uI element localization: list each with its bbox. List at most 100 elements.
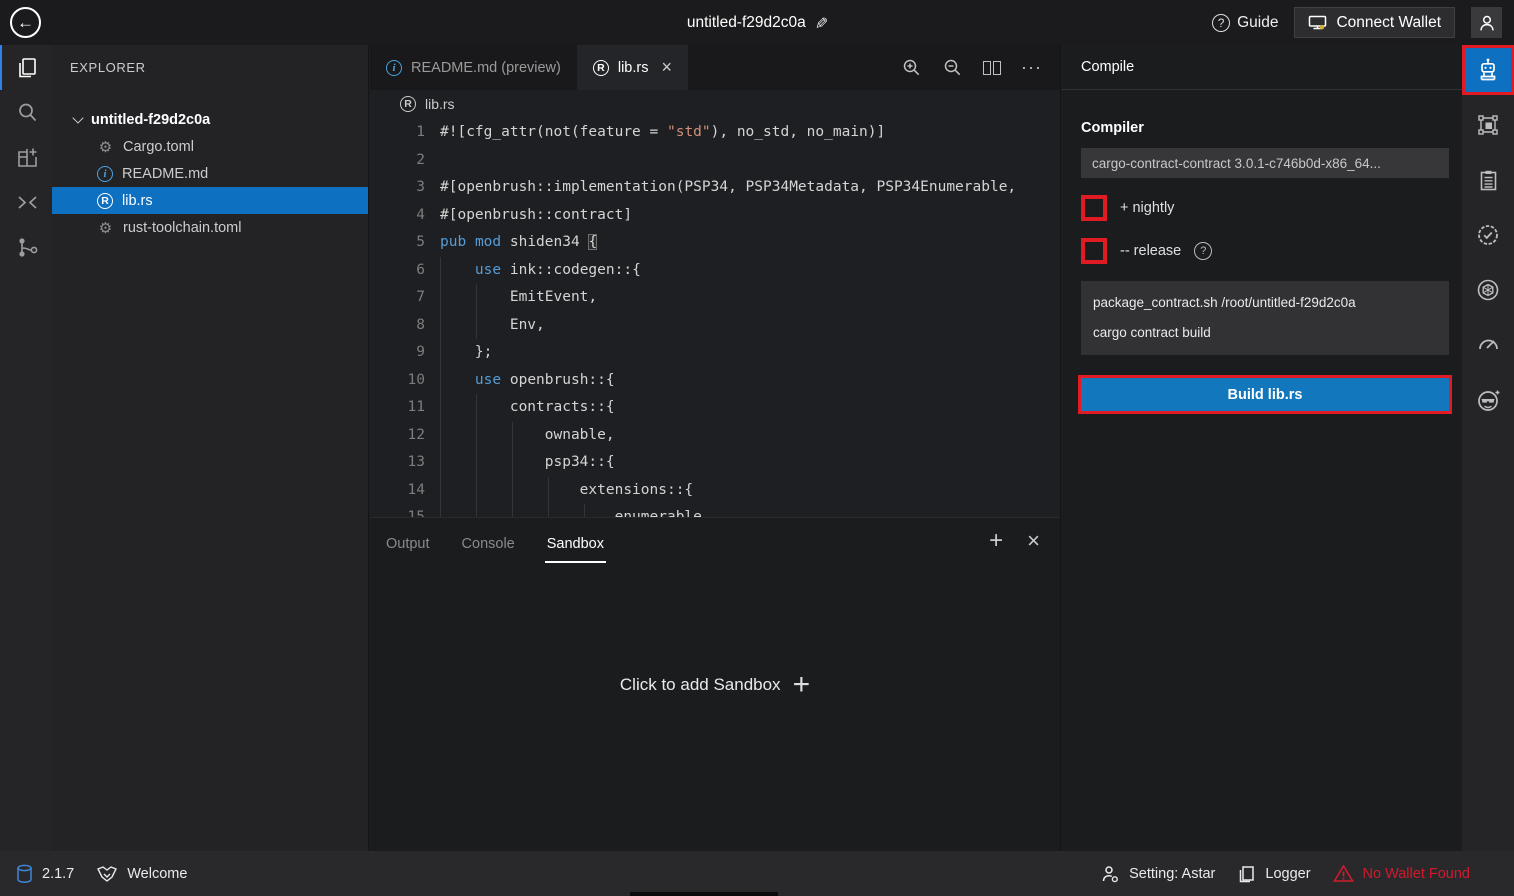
file-row-cargo-toml[interactable]: ⚙ Cargo.toml [52, 133, 368, 160]
tab-sandbox[interactable]: Sandbox [545, 525, 606, 563]
line-number: 2 [370, 147, 425, 175]
question-icon: ? [1212, 14, 1230, 32]
activity-search-button[interactable] [0, 90, 52, 135]
tab-lib-rs[interactable]: R lib.rs × [577, 45, 688, 90]
code-line: 5 pub mod shiden34 { [370, 229, 1060, 257]
version-label: 2.1.7 [42, 866, 74, 882]
chevron-down-icon [72, 112, 83, 123]
add-sandbox-button[interactable]: Click to add Sandbox + [370, 668, 1060, 702]
line-number: 1 [370, 119, 425, 147]
tab-label: README.md (preview) [411, 60, 561, 76]
rail-verify-button[interactable] [1462, 210, 1514, 260]
line-number: 12 [370, 422, 425, 450]
build-button[interactable]: Build lib.rs [1081, 378, 1449, 411]
release-checkbox[interactable] [1081, 238, 1107, 264]
connect-wallet-label: Connect Wallet [1336, 14, 1441, 32]
code-line: 10 use openbrush::{ [370, 367, 1060, 395]
nightly-option-row: + nightly [1081, 195, 1448, 221]
build-command-box: package_contract.sh /root/untitled-f29d2… [1081, 281, 1449, 355]
right-activity-bar [1462, 45, 1514, 851]
search-icon [15, 100, 40, 125]
line-number: 8 [370, 312, 425, 340]
code-editor[interactable]: 1 #![cfg_attr(not(feature = "std"), no_s… [370, 117, 1060, 517]
zoom-in-icon[interactable] [901, 57, 922, 78]
person-icon [1476, 12, 1498, 34]
activity-explorer-button[interactable] [0, 45, 52, 90]
code-line: 2 [370, 147, 1060, 175]
code-line: 14 extensions::{ [370, 477, 1060, 505]
gauge-icon [1475, 332, 1501, 358]
compiler-label: Compiler [1081, 120, 1448, 136]
editor-tabbar: i README.md (preview) R lib.rs × ··· [370, 45, 1060, 90]
file-row-rust-toolchain-toml[interactable]: ⚙ rust-toolchain.toml [52, 214, 368, 241]
rail-ai-button[interactable] [1462, 265, 1514, 315]
close-panel-icon[interactable]: × [1027, 528, 1040, 554]
person-gear-icon [1100, 864, 1120, 884]
line-number: 7 [370, 284, 425, 312]
rail-clipboard-button[interactable] [1462, 155, 1514, 205]
rename-icon[interactable]: ✎ [810, 16, 830, 29]
gear-icon: ⚙ [97, 219, 114, 237]
tree-root-folder[interactable]: untitled-f29d2c0a [52, 106, 368, 133]
compiler-select[interactable]: cargo-contract-contract 3.0.1-c746b0d-x8… [1081, 148, 1449, 178]
grid-plus-icon [15, 145, 40, 170]
info-icon: i [97, 166, 113, 182]
add-sandbox-label: Click to add Sandbox [620, 675, 781, 695]
breadcrumb-file: lib.rs [425, 96, 455, 112]
file-row-readme-md[interactable]: i README.md [52, 160, 368, 187]
line-number: 10 [370, 367, 425, 395]
code-line: 6 use ink::codegen::{ [370, 257, 1060, 285]
release-help-icon[interactable]: ? [1194, 242, 1212, 260]
split-editor-icon[interactable] [983, 61, 1001, 75]
plus-icon: + [793, 668, 811, 702]
file-tree: untitled-f29d2c0a ⚙ Cargo.toml i README.… [52, 90, 368, 241]
rail-gas-button[interactable] [1462, 320, 1514, 370]
activity-plugins-button[interactable] [0, 135, 52, 180]
file-name: Cargo.toml [123, 139, 194, 155]
breadcrumb[interactable]: R lib.rs [370, 90, 1060, 117]
tab-output[interactable]: Output [384, 525, 432, 563]
collapse-icon [15, 190, 40, 215]
line-number: 15 [370, 504, 425, 517]
close-tab-icon[interactable]: × [661, 57, 672, 78]
add-panel-icon[interactable]: + [989, 527, 1003, 555]
network-setting-item[interactable]: Setting: Astar [1100, 864, 1215, 884]
cool-face-icon [1475, 387, 1502, 414]
version-item[interactable]: 2.1.7 [16, 864, 74, 884]
code-line: 8 Env, [370, 312, 1060, 340]
code-line: 7 EmitEvent, [370, 284, 1060, 312]
rail-deploy-button[interactable] [1462, 100, 1514, 150]
code-line: 4 #[openbrush::contract] [370, 202, 1060, 230]
rail-compile-button[interactable] [1462, 45, 1514, 95]
titlebar: ← untitled-f29d2c0a ✎ ? Guide Connect Wa… [0, 0, 1514, 45]
guide-button[interactable]: ? Guide [1212, 14, 1278, 32]
build-command-line2: cargo contract build [1093, 318, 1437, 348]
workspace-title: untitled-f29d2c0a [687, 14, 806, 32]
file-row-lib-rs[interactable]: R lib.rs [52, 187, 368, 214]
editor-toolbar: ··· [901, 45, 1060, 90]
robot-icon [1475, 57, 1501, 83]
tab-console[interactable]: Console [460, 525, 517, 563]
explorer-sidebar: EXPLORER untitled-f29d2c0a ⚙ Cargo.toml … [52, 45, 369, 851]
more-actions-icon[interactable]: ··· [1021, 57, 1042, 78]
line-number: 13 [370, 449, 425, 477]
code-line: 3 #[openbrush::implementation(PSP34, PSP… [370, 174, 1060, 202]
left-activity-bar [0, 45, 52, 851]
account-button[interactable] [1471, 7, 1502, 38]
activity-collapse-button[interactable] [0, 180, 52, 225]
nightly-label: + nightly [1120, 200, 1174, 216]
release-label: -- release [1120, 243, 1181, 259]
code-line: 13 psp34::{ [370, 449, 1060, 477]
zoom-out-icon[interactable] [942, 57, 963, 78]
code-line: 15 enumerable, [370, 504, 1060, 517]
nightly-checkbox[interactable] [1081, 195, 1107, 221]
welcome-item[interactable]: Welcome [96, 865, 187, 883]
logger-item[interactable]: Logger [1237, 864, 1310, 884]
wallet-warning-item[interactable]: No Wallet Found [1333, 864, 1470, 883]
compile-panel: Compile Compiler cargo-contract-contract… [1060, 45, 1462, 851]
bottom-panel-tabs: Output Console Sandbox + × [370, 518, 1060, 563]
activity-git-button[interactable] [0, 225, 52, 270]
tab-readme-preview[interactable]: i README.md (preview) [370, 45, 577, 90]
connect-wallet-button[interactable]: Connect Wallet [1294, 7, 1455, 38]
rail-sandbox-button[interactable] [1462, 375, 1514, 425]
